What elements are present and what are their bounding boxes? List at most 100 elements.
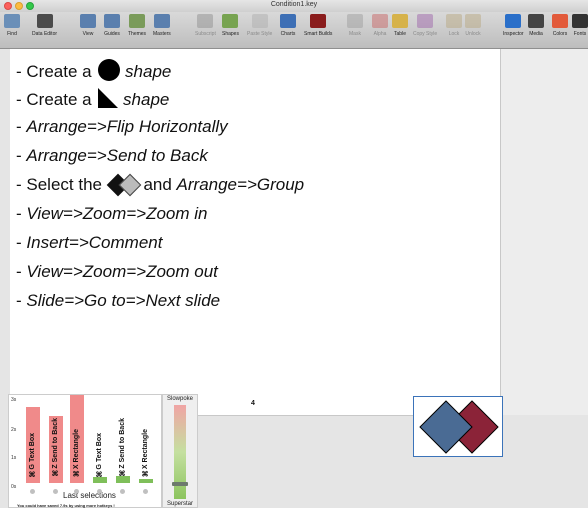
toolbar-label: Copy Style [413, 31, 438, 37]
instruction-text: - Create a [16, 62, 97, 81]
toolbar-label: Shapes [222, 31, 239, 37]
toolbar-label: Table [394, 31, 406, 37]
toolbar-label: Charts [280, 31, 296, 37]
alpha-icon [372, 14, 388, 28]
hotkey-time-bar [93, 477, 107, 483]
right-panel [500, 49, 588, 415]
selection-dot [53, 489, 58, 494]
instruction-text: View=>Zoom=>Zoom in [26, 204, 208, 223]
bar-label: ⌘G Text Box [29, 432, 36, 477]
hotkey-time-bar [116, 475, 130, 483]
hotkey-hint-text: You could have saved 7.9s by using more … [17, 503, 115, 508]
superstar-label: Superstar [166, 501, 193, 507]
window-title: Condition1.key [270, 1, 318, 8]
y-axis-tick: 1s [11, 455, 17, 461]
circle-shape-icon [98, 59, 121, 81]
toolbar-label: Fonts [573, 31, 587, 37]
toolbar-unlock-button[interactable]: Unlock [465, 14, 481, 37]
masters-icon [153, 14, 170, 28]
speed-gauge-knob [172, 482, 188, 487]
bar-label: ⌘Z Send to Back [52, 418, 59, 477]
table-icon [392, 14, 408, 28]
instruction-line: - Insert=>Comment [16, 233, 162, 253]
instruction-text: Insert=>Comment [26, 233, 163, 252]
selection-dot [143, 489, 148, 494]
instruction-line: - Select the and Arrange=>Group [16, 173, 305, 197]
instruction-line: - Create a shape [16, 59, 171, 82]
colors-icon [552, 14, 568, 28]
toolbar-guides-button[interactable]: Guides [104, 14, 120, 37]
selection-dot [97, 489, 102, 494]
toolbar-table-button[interactable]: Table [392, 14, 408, 37]
y-axis-tick: 3s [11, 397, 17, 403]
toolbar-lock-button[interactable]: Lock [446, 14, 462, 37]
instruction-text: - [16, 146, 27, 165]
diamond-group-thumbnail[interactable] [413, 396, 503, 457]
magnifier-icon [4, 14, 20, 28]
y-axis-tick: 0s [11, 484, 17, 490]
instruction-text: - [16, 291, 27, 310]
toolbar-label: Data Editor [32, 31, 58, 37]
toolbar-data-editor-button[interactable]: Data Editor [32, 14, 57, 37]
toolbar-media-button[interactable]: Media [528, 14, 544, 37]
toolbar-label: Alpha [373, 31, 387, 37]
toolbar-inspector-button[interactable]: Inspector [503, 14, 524, 37]
instruction-text: Slide=>Go to=>Next slide [26, 291, 221, 310]
instruction-text: - Select the [16, 175, 107, 194]
toolbar-label: Masters [153, 31, 171, 37]
toolbar-paste-style-button[interactable]: Paste Style [247, 14, 272, 37]
toolbar-themes-button[interactable]: Themes [128, 14, 146, 37]
last-selections-caption: Last selections [63, 491, 116, 500]
instruction-text: Arrange=>Send to Back [26, 146, 208, 165]
toolbar-smart-builds-button[interactable]: Smart Builds [304, 14, 332, 37]
toolbar-alpha-button[interactable]: Alpha [372, 14, 388, 37]
speed-meter: Slowpoke Superstar [162, 394, 198, 508]
smart-builds-icon [310, 14, 327, 28]
bar-label: ⌘G Text Box [96, 432, 103, 477]
toolbar-fonts-button[interactable]: Fonts [572, 14, 588, 37]
toolbar-find-button[interactable]: Find [4, 14, 20, 37]
toolbar-label: Paste Style [247, 31, 273, 37]
toolbar-label: Guides [104, 31, 120, 37]
copy-style-icon [417, 14, 434, 28]
toolbar-label: Inspector [503, 31, 524, 37]
toolbar-label: Colors [552, 31, 568, 37]
toolbar-masters-button[interactable]: Masters [153, 14, 171, 37]
toolbar-label: Lock [448, 31, 460, 37]
view-icon [80, 14, 96, 28]
instruction-line: - Create a shape [16, 88, 169, 110]
title-bar: Condition1.key [0, 0, 588, 12]
triangle-shape-icon [98, 88, 119, 108]
hotkey-time-bar [139, 478, 153, 483]
shapes-icon [222, 14, 239, 28]
instruction-line: - Arrange=>Flip Horizontally [16, 117, 228, 137]
lock-icon [446, 14, 462, 28]
slowpoke-label: Slowpoke [166, 396, 193, 402]
toolbar-label: View [82, 31, 94, 37]
toolbar-label: Mask [349, 31, 361, 37]
instruction-text: shape [118, 90, 170, 109]
toolbar-label: Subscript [195, 31, 216, 37]
toolbar-view-button[interactable]: View [80, 14, 96, 37]
toolbar-shapes-button[interactable]: Shapes [222, 14, 239, 37]
instruction-text: - [16, 262, 27, 281]
toolbar-mask-button[interactable]: Mask [347, 14, 363, 37]
toolbar-colors-button[interactable]: Colors [552, 14, 568, 37]
instruction-line: - View=>Zoom=>Zoom in [16, 204, 208, 224]
instruction-text: View=>Zoom=>Zoom out [26, 262, 218, 281]
toolbar-label: Find [7, 31, 17, 37]
guides-icon [104, 14, 120, 28]
toolbar-label: Unlock [465, 31, 481, 37]
y-axis-tick: 2s [11, 427, 17, 433]
instruction-text: Arrange=>Group [176, 175, 305, 194]
selection-dot [74, 489, 79, 494]
bar-label: ⌘X Rectangle [73, 428, 80, 477]
toolbar-label: Smart Builds [304, 31, 333, 37]
themes-icon [129, 14, 146, 28]
toolbar-charts-button[interactable]: Charts [280, 14, 296, 37]
toolbar-subscript-button[interactable]: Subscript [195, 14, 216, 37]
media-icon [528, 14, 544, 28]
toolbar-copy-style-button[interactable]: Copy Style [413, 14, 437, 37]
slide[interactable]: 4 - Create a shape - Create a shape - Arra… [10, 49, 503, 457]
fonts-icon [572, 14, 588, 28]
